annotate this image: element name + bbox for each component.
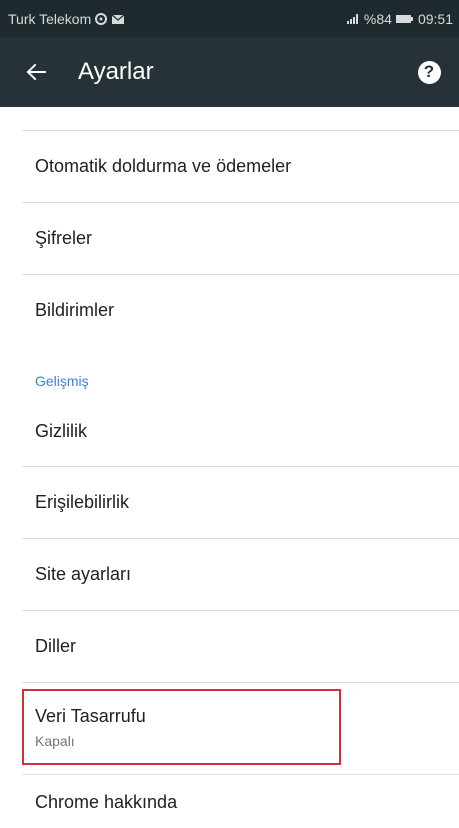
divider [22, 682, 459, 683]
settings-item-notifications[interactable]: Bildirimler [0, 275, 459, 346]
clock: 09:51 [417, 10, 453, 27]
settings-item-label: Bildirimler [35, 300, 115, 320]
help-icon: ? [417, 60, 441, 84]
settings-item-label: Erişilebilirlik [35, 492, 130, 512]
mail-icon [111, 14, 125, 24]
settings-item-autofill[interactable]: Otomatik doldurma ve ödemeler [0, 131, 459, 202]
hotspot-icon [95, 12, 108, 25]
battery-percent: %84 [363, 10, 392, 27]
settings-item-languages[interactable]: Diller [0, 611, 459, 682]
settings-item-site-settings[interactable]: Site ayarları [0, 539, 459, 610]
settings-item-privacy[interactable]: Gizlilik [0, 396, 459, 466]
app-toolbar: Ayarlar ? [0, 37, 459, 107]
settings-item-passwords[interactable]: Şifreler [0, 203, 459, 274]
arrow-left-icon [26, 63, 46, 81]
signal-icon [346, 13, 358, 24]
carrier-name: Turk Telekom [8, 10, 92, 27]
settings-item-label: Site ayarları [35, 564, 132, 584]
settings-item-label: Diller [35, 636, 77, 656]
status-bar: Turk Telekom %84 09:51 [0, 0, 459, 37]
help-glyph: ? [423, 62, 435, 81]
settings-item-label: Otomatik doldurma ve ödemeler [35, 156, 292, 176]
status-left: Turk Telekom [8, 11, 125, 27]
settings-item-label: Chrome hakkında [35, 791, 178, 812]
settings-item-about-chrome[interactable]: Chrome hakkında [0, 776, 459, 828]
help-button[interactable]: ? [401, 37, 457, 107]
highlight-box [22, 689, 341, 765]
section-header-advanced: Gelişmiş [35, 373, 89, 389]
back-button[interactable] [8, 37, 64, 107]
status-right: %84 09:51 [346, 11, 453, 27]
settings-item-label: Gizlilik [35, 420, 87, 441]
settings-item-accessibility[interactable]: Erişilebilirlik [0, 467, 459, 538]
battery-icon [395, 14, 413, 23]
settings-item-label: Şifreler [35, 228, 93, 248]
divider [22, 774, 459, 775]
page-title: Ayarlar [78, 58, 154, 85]
